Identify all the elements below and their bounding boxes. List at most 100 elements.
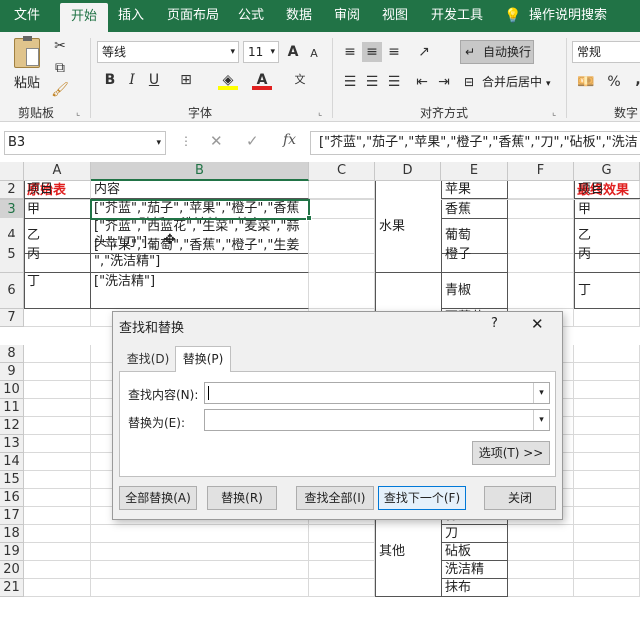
column-header-b[interactable]: B: [91, 162, 309, 181]
cell-e-item[interactable]: 刀: [441, 525, 508, 543]
shrink-font-icon[interactable]: A: [304, 44, 324, 64]
select-all-corner[interactable]: [0, 162, 24, 181]
cell-b5[interactable]: ["苹果","葡萄","香蕉","橙子","生姜 ","洗洁精"]: [91, 237, 309, 273]
replace-button[interactable]: 替换(R): [207, 486, 277, 510]
column-header-a[interactable]: A: [24, 162, 91, 181]
cell-e-item[interactable]: 抹布: [441, 579, 508, 597]
cell-a5[interactable]: 丙: [24, 237, 91, 273]
row-header-13[interactable]: 13: [0, 435, 24, 453]
row-header-11[interactable]: 11: [0, 399, 24, 417]
merge-center-button[interactable]: ⊟ 合并后居中 ▾: [462, 72, 551, 92]
grow-font-icon[interactable]: A: [283, 42, 303, 62]
align-left-icon[interactable]: ☰: [340, 72, 360, 92]
grid-cell[interactable]: [91, 543, 309, 561]
name-box[interactable]: B3 ▾: [4, 131, 166, 155]
grid-cell[interactable]: [91, 561, 309, 579]
comma-button[interactable]: ,: [628, 70, 640, 90]
find-all-button[interactable]: 查找全部(I): [296, 486, 374, 510]
row-header-17[interactable]: 17: [0, 507, 24, 525]
font-color-icon[interactable]: A: [252, 70, 272, 90]
grid-cell[interactable]: [574, 345, 640, 363]
grid-cell[interactable]: [574, 561, 640, 579]
close-icon[interactable]: ✕: [531, 315, 544, 333]
tab-data[interactable]: 数据: [280, 0, 318, 32]
cell-e-item[interactable]: 青椒: [441, 273, 508, 309]
grid-cell[interactable]: [508, 579, 574, 597]
align-center-icon[interactable]: ☰: [362, 72, 382, 92]
column-header-c[interactable]: C: [309, 162, 375, 181]
font-size-box[interactable]: 11 ▾: [243, 41, 279, 63]
grid-cell[interactable]: [24, 435, 91, 453]
phonetic-icon[interactable]: 文: [290, 70, 310, 90]
align-right-icon[interactable]: ☰: [384, 72, 404, 92]
replace-all-button[interactable]: 全部替换(A): [119, 486, 197, 510]
find-next-button[interactable]: 查找下一个(F): [378, 486, 466, 510]
chevron-down-icon[interactable]: ▾: [533, 383, 549, 403]
grid-cell[interactable]: [24, 561, 91, 579]
grid-cell[interactable]: [24, 579, 91, 597]
cell-a6[interactable]: 丁: [24, 273, 91, 309]
grid-cell[interactable]: [309, 579, 375, 597]
row-header-6[interactable]: 6: [0, 273, 24, 309]
column-header-g[interactable]: G: [574, 162, 640, 181]
underline-button[interactable]: U: [144, 70, 164, 90]
grid-cell[interactable]: [574, 453, 640, 471]
grid-cell[interactable]: [24, 507, 91, 525]
grid-cell[interactable]: [24, 381, 91, 399]
cancel-icon[interactable]: ✕: [210, 132, 223, 150]
font-name-box[interactable]: 等线 ▾: [97, 41, 239, 63]
row-header-15[interactable]: 15: [0, 471, 24, 489]
tab-developer[interactable]: 开发工具: [426, 0, 488, 32]
tab-formulas[interactable]: 公式: [232, 0, 270, 32]
grid-cell[interactable]: [309, 543, 375, 561]
format-painter-icon[interactable]: 🖌: [50, 80, 70, 100]
row-header-19[interactable]: 19: [0, 543, 24, 561]
grid-cell[interactable]: [91, 525, 309, 543]
dialog-launcher-icon[interactable]: ⌞: [318, 108, 322, 118]
grid-cell[interactable]: [574, 507, 640, 525]
cell-g5[interactable]: 丙: [574, 237, 640, 273]
copy-icon[interactable]: ⧉: [50, 58, 70, 78]
insert-function-icon[interactable]: fx: [283, 132, 296, 148]
grid-cell[interactable]: [574, 399, 640, 417]
dialog-launcher-icon[interactable]: ⌞: [76, 108, 80, 118]
align-top-icon[interactable]: ≡: [340, 42, 360, 62]
row-header-9[interactable]: 9: [0, 363, 24, 381]
wrap-text-button[interactable]: ↵ 自动换行: [460, 40, 534, 64]
cell-d-fruit[interactable]: 水果: [375, 181, 441, 273]
cell-g6[interactable]: 丁: [574, 273, 640, 309]
row-header-2[interactable]: 2: [0, 181, 24, 199]
decrease-indent-icon[interactable]: ⇤: [412, 72, 432, 92]
help-icon[interactable]: ?: [491, 316, 498, 331]
column-header-f[interactable]: F: [508, 162, 574, 181]
cut-icon[interactable]: ✂: [50, 36, 70, 56]
grid-cell[interactable]: [574, 471, 640, 489]
grid-cell[interactable]: [574, 525, 640, 543]
grid-cell[interactable]: [574, 417, 640, 435]
grid-cell[interactable]: [24, 363, 91, 381]
grid-cell[interactable]: [508, 525, 574, 543]
tab-home[interactable]: 开始: [60, 3, 108, 32]
column-header-d[interactable]: D: [375, 162, 441, 181]
grid-cell[interactable]: [574, 309, 640, 327]
grid-cell[interactable]: [574, 363, 640, 381]
column-header-e[interactable]: E: [441, 162, 508, 181]
fill-handle[interactable]: [306, 215, 312, 221]
row-header-5[interactable]: 5: [0, 237, 24, 273]
grid-cell[interactable]: [574, 381, 640, 399]
grid-cell[interactable]: [24, 309, 91, 327]
tab-insert[interactable]: 插入: [112, 0, 150, 32]
grid-cell[interactable]: [24, 453, 91, 471]
italic-button[interactable]: I: [122, 70, 142, 90]
percent-button[interactable]: %: [604, 72, 624, 92]
row-header-14[interactable]: 14: [0, 453, 24, 471]
cell-b2[interactable]: 内容: [91, 181, 309, 199]
align-middle-icon[interactable]: ≡: [362, 42, 382, 62]
dialog-launcher-icon[interactable]: ⌞: [552, 108, 556, 118]
grid-cell[interactable]: [309, 181, 375, 199]
tab-replace[interactable]: 替换(P): [175, 346, 231, 372]
orientation-icon[interactable]: ↗: [414, 42, 434, 62]
grid-cell[interactable]: [508, 273, 574, 309]
borders-icon[interactable]: ⊞: [176, 70, 196, 90]
tab-view[interactable]: 视图: [376, 0, 414, 32]
